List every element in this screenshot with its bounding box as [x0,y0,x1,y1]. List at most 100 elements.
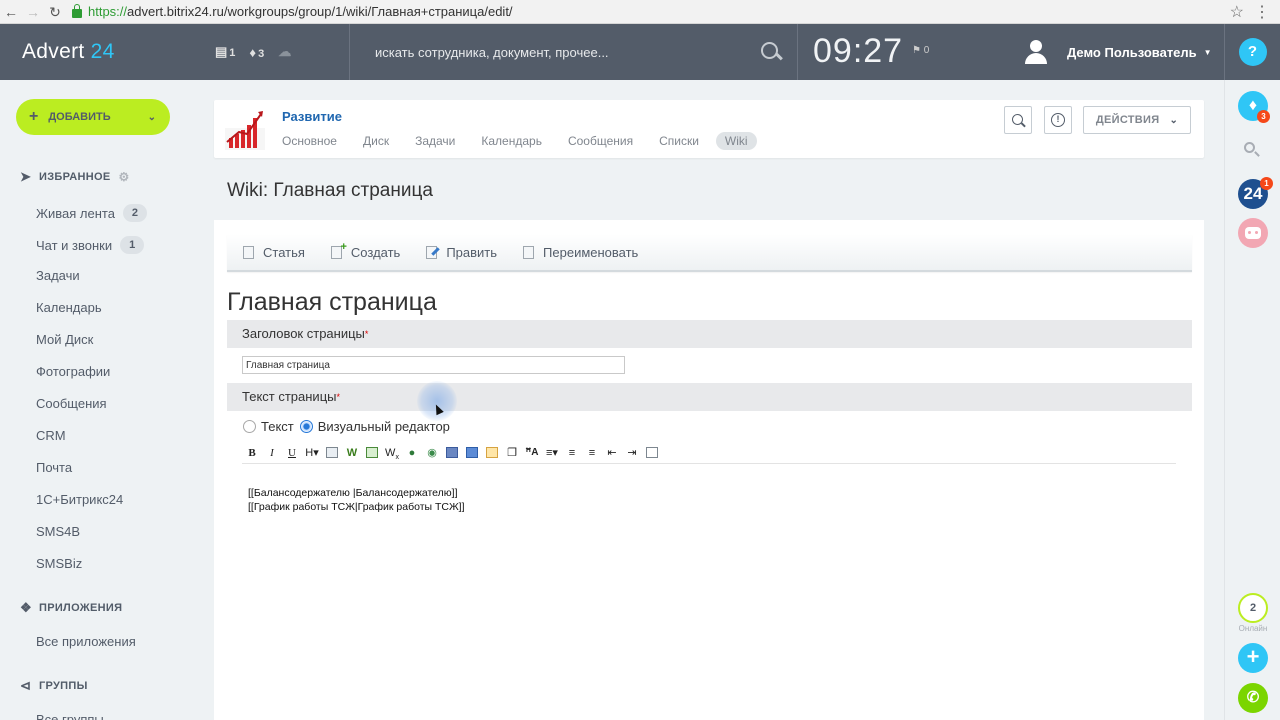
article-button[interactable]: Статья [243,245,305,260]
text-field-label-bar: Текст страницы* [227,383,1192,411]
browser-menu-icon[interactable]: ⋮ [1254,2,1270,22]
flag-counter[interactable]: ⚑ 0 [912,45,929,56]
notifications-badge: 3 [1257,110,1270,123]
notifications-bell-button[interactable]: ♦ 3 [1238,91,1270,123]
tab-main[interactable]: Основное [282,132,337,150]
sidebar-item-crm[interactable]: CRM [36,428,66,443]
copy-icon[interactable]: ❐ [502,444,522,462]
groups-section-title[interactable]: ⊲ ГРУППЫ [20,678,88,694]
sidebar-item-live-feed[interactable]: Живая лента 2 [36,204,147,222]
clock[interactable]: 09:27 [813,32,903,71]
phone-button[interactable]: ✆ [1238,683,1268,713]
mode-text-radio[interactable] [243,420,256,433]
tab-disk[interactable]: Диск [363,132,389,150]
link-icon[interactable]: ● [402,444,422,462]
sidebar-item-all-groups[interactable]: Все группы [36,712,104,720]
address-bar[interactable]: https://advert.bitrix24.ru/workgroups/gr… [72,3,1230,19]
apps-section-title[interactable]: ❖ ПРИЛОЖЕНИЯ [20,600,122,616]
robot-icon[interactable] [1238,218,1268,248]
cubes-icon: ❖ [20,600,32,615]
rename-button[interactable]: Переименовать [523,245,638,260]
video-icon[interactable] [482,444,502,462]
notifications-counter[interactable]: ♦ 3 [249,45,264,60]
sidebar-item-1c-bitrix[interactable]: 1С+Битрикс24 [36,492,123,507]
sidebar-item-smsbiz[interactable]: SMSBiz [36,556,82,571]
underline-button[interactable]: U [282,444,302,462]
share-icon: ⊲ [20,678,32,693]
sidebar-item-photos[interactable]: Фотографии [36,364,110,379]
title-field-label-bar: Заголовок страницы* [227,320,1192,348]
online-counter[interactable]: 2 [1238,593,1268,623]
bullet-list-icon[interactable]: ≡ [582,444,602,462]
group-title[interactable]: Развитие [282,109,342,124]
tab-wiki[interactable]: Wiki [715,132,757,150]
picture-icon[interactable] [462,444,482,462]
mode-visual-radio[interactable] [299,420,313,433]
group-info-button[interactable]: ! [1044,106,1072,134]
sidebar-item-messages[interactable]: Сообщения [36,396,107,411]
article-heading: Главная страница [227,288,437,316]
insert-table-icon[interactable] [322,444,342,462]
bitrix24-button[interactable]: 24 1 [1238,177,1273,209]
group-search-button[interactable] [1004,106,1032,134]
sidebar-item-calendar[interactable]: Календарь [36,300,102,315]
add-button[interactable]: + ДОБАВИТЬ ⌄ [16,99,170,135]
image-icon[interactable] [442,444,462,462]
notifications-count: 3 [258,47,265,60]
mode-visual-label[interactable]: Визуальный редактор [318,419,450,434]
group-logo-icon[interactable] [225,108,265,150]
favorites-section-title[interactable]: ➤ ИЗБРАННОЕ ⚙ [20,169,130,185]
portal-logo[interactable]: Advert 24 [0,40,215,64]
reload-icon[interactable]: ↻ [44,0,66,24]
help-button[interactable]: ? [1238,38,1267,66]
sidebar-item-all-apps[interactable]: Все приложения [36,634,136,649]
sidebar-item-my-drive[interactable]: Мой Диск [36,332,93,347]
globe-link-icon[interactable]: ◉ [422,444,442,462]
sidebar-item-sms4b[interactable]: SMS4B [36,524,80,539]
wiki-toolbar: Статья Создать Править Переименовать [227,234,1192,272]
tab-lists[interactable]: Списки [659,132,699,150]
sidebar-item-tasks[interactable]: Задачи [36,268,80,283]
tab-calendar[interactable]: Календарь [481,132,542,150]
outdent-icon[interactable]: ⇤ [602,444,622,462]
clear-format-icon[interactable]: Wx [382,444,402,462]
sidebar-item-mail[interactable]: Почта [36,460,72,475]
numbered-list-icon[interactable]: ≡ [562,444,582,462]
source-code-icon[interactable] [642,444,662,462]
mode-text-label[interactable]: Текст [261,419,294,434]
back-icon[interactable]: ← [0,0,22,24]
actions-button[interactable]: ДЕЙСТВИЯ ⌄ [1083,106,1191,134]
insert-grid-icon[interactable] [362,444,382,462]
chevron-down-icon: ▼ [1203,47,1212,57]
search-icon[interactable] [1244,142,1260,158]
forward-icon[interactable]: → [22,0,44,24]
italic-button[interactable]: I [262,444,282,462]
sidebar-item-chat[interactable]: Чат и звонки 1 [36,236,145,254]
heading-button[interactable]: H▾ [302,444,322,462]
search-input[interactable]: искать сотрудника, документ, прочее... [375,45,760,60]
editor-text-area[interactable]: [[Балансодержателю |Балансодержателю]] [… [248,486,465,514]
edit-button[interactable]: Править [426,245,497,260]
bold-button[interactable]: B [242,444,262,462]
search-icon[interactable] [760,41,782,63]
cloud-icon[interactable]: ☁ [278,44,291,60]
gear-icon[interactable]: ⚙ [119,170,130,184]
document-rename-icon [523,245,535,259]
font-icon[interactable]: ꟸA [522,444,542,462]
tab-tasks[interactable]: Задачи [415,132,455,150]
logo-number: 24 [90,40,115,63]
tab-messages[interactable]: Сообщения [568,132,633,150]
header-search[interactable]: искать сотрудника, документ, прочее... [349,24,798,80]
create-button[interactable]: Создать [330,241,400,260]
user-menu[interactable]: Демо Пользователь ▼ [1025,24,1212,80]
page-title-input[interactable] [242,356,625,374]
align-icon[interactable]: ≡▾ [542,444,562,462]
flag-count: 0 [923,45,930,56]
document-edit-icon [426,245,438,259]
article-label: Статья [263,244,305,260]
add-chat-button[interactable]: + [1238,643,1268,673]
bookmark-star-icon[interactable]: ☆ [1230,2,1244,22]
indent-icon[interactable]: ⇥ [622,444,642,462]
insert-wiki-link-icon[interactable]: W [342,444,362,462]
messages-counter[interactable]: ▤ 1 [215,44,235,60]
